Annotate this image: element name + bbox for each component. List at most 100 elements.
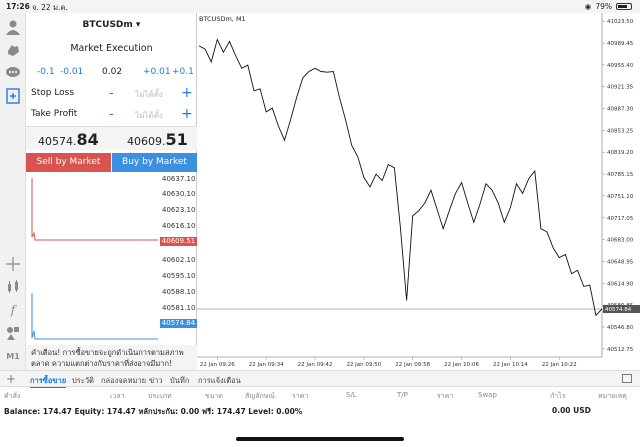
volume-plus-001[interactable]: +0.01 (143, 67, 171, 77)
x-tick-label: 22 Jan 10:06 (444, 362, 479, 368)
bid-level: 40602.10 (162, 256, 196, 264)
execution-type[interactable]: Market Execution (26, 43, 197, 54)
col-time: เวลา (110, 392, 125, 400)
chevron-down-icon: ▾ (135, 20, 141, 30)
bid-price: 40574.84 (38, 130, 99, 149)
user-icon[interactable] (4, 18, 22, 36)
col-type: ประเภท (148, 392, 172, 400)
col-sl: S/L (346, 391, 357, 399)
x-tick-label: 22 Jan 10:22 (542, 362, 577, 368)
hand-icon[interactable] (4, 41, 22, 59)
x-tick-label: 22 Jan 09:50 (346, 362, 381, 368)
take-profit-input[interactable]: ไม่ได้ตั้ง (124, 109, 174, 122)
ask-price: 40609.51 (127, 130, 188, 149)
volume-minus-01[interactable]: -0.1 (37, 67, 55, 77)
tab-trade[interactable]: การซื้อขาย (30, 375, 67, 388)
status-right: ◉ 79% (585, 2, 632, 11)
status-time: 17:26 (6, 2, 30, 11)
candles-icon[interactable] (4, 278, 22, 296)
bid-tick-chart: 40602.10 40595.10 40588.10 40581.10 4057… (26, 253, 197, 358)
tab-journal[interactable]: บันทึก (170, 375, 189, 387)
sell-button[interactable]: Sell by Market (26, 153, 111, 172)
x-tick-label: 22 Jan 09:34 (249, 362, 284, 368)
tab-history[interactable]: ประวัติ (72, 375, 94, 387)
home-indicator[interactable] (236, 437, 404, 441)
volume-value[interactable]: 0.02 (102, 67, 122, 77)
take-profit-row: Take Profit - ไม่ได้ตั้ง + (26, 106, 197, 123)
bid-big: 84 (76, 130, 99, 149)
y-tick-label: 40683.00 (607, 238, 634, 244)
wifi-icon: ◉ (584, 2, 592, 11)
stop-loss-minus[interactable]: - (109, 86, 114, 101)
timeframe-button[interactable]: M1 (4, 347, 22, 365)
left-toolbar: f M1 (0, 13, 26, 370)
y-tick-label: 40887.30 (607, 107, 634, 113)
bid-level: 40588.10 (162, 288, 196, 296)
y-tick-label: 40717.05 (607, 216, 634, 222)
x-tick-label: 22 Jan 09:58 (395, 362, 430, 368)
order-panel: BTCUSDm ▾ Market Execution -0.1 -0.01 0.… (26, 13, 197, 370)
ask-level: 40616.10 (162, 222, 196, 230)
battery-fill (618, 5, 628, 8)
add-tab-button[interactable]: + (6, 372, 16, 386)
bid-current-tag: 40574.84 (160, 319, 197, 328)
stop-loss-input[interactable]: ไม่ได้ตั้ง (124, 88, 174, 101)
col-swap: Swap (478, 391, 497, 399)
function-icon[interactable]: f (4, 301, 22, 319)
volume-stepper: -0.1 -0.01 0.02 +0.01 +0.1 (26, 67, 197, 79)
y-tick-label: 40546.80 (607, 325, 634, 331)
stop-loss-row: Stop Loss - ไม่ได้ตั้ง + (26, 85, 197, 102)
y-tick-label: 40512.75 (607, 347, 634, 353)
col-price2: ราคา (437, 392, 454, 400)
y-tick-label: 40648.95 (607, 259, 634, 265)
current-price-label: 40574.84 (605, 307, 632, 313)
y-tick-label: 40785.15 (607, 172, 634, 178)
take-profit-label: Take Profit (31, 109, 78, 119)
volume-minus-001[interactable]: -0.01 (60, 67, 83, 77)
new-order-icon[interactable] (4, 87, 22, 105)
crosshair-icon[interactable] (4, 255, 22, 273)
tab-mailbox[interactable]: กล่องจดหมาย (101, 375, 146, 387)
total-profit: 0.00 USD (552, 406, 591, 415)
take-profit-plus[interactable]: + (181, 106, 193, 122)
ask-main: 40609. (127, 135, 166, 148)
y-tick-label: 41023.50 (607, 19, 634, 25)
chat-icon[interactable] (4, 64, 22, 82)
col-size: ขนาด (205, 392, 224, 400)
terminal-toggle-icon[interactable] (622, 374, 632, 383)
battery-text: 79% (595, 2, 612, 11)
chart-svg: 41023.50 40989.45 40955.40 40921.35 40887.30… (197, 13, 640, 368)
volume-plus-01[interactable]: +0.1 (172, 67, 194, 77)
bid-main: 40574. (38, 135, 77, 148)
balance-line: Balance: 174.47 Equity: 174.47 หลักประกั… (4, 407, 303, 416)
buy-button[interactable]: Buy by Market (112, 153, 197, 172)
tab-news[interactable]: ข่าว (149, 375, 163, 387)
price-chart[interactable]: 41023.50 40989.45 40955.40 40921.35 40887.30… (197, 13, 640, 370)
col-symbol: สัญลักษณ์ (245, 392, 275, 400)
tab-alerts[interactable]: การแจ้งเตือน (198, 375, 241, 387)
stop-loss-label: Stop Loss (31, 88, 75, 98)
y-tick-label: 40921.35 (607, 85, 634, 91)
symbol-name: BTCUSDm (82, 20, 133, 30)
col-order: คำสั่ง (4, 392, 21, 400)
x-tick-label: 22 Jan 09:26 (200, 362, 235, 368)
table-header: คำสั่ง เวลา ประเภท ขนาด สัญลักษณ์ ราคา S… (0, 388, 640, 402)
x-tick-label: 22 Jan 09:42 (298, 362, 333, 368)
y-tick-label: 40751.10 (607, 194, 634, 200)
ask-tick-chart: 40637.10 40630.10 40623.10 40616.10 4060… (26, 175, 197, 255)
objects-icon[interactable] (4, 324, 22, 342)
stop-loss-plus[interactable]: + (181, 85, 193, 101)
price-series-line (198, 38, 603, 317)
ask-level: 40637.10 (162, 175, 196, 183)
col-price: ราคา (292, 392, 309, 400)
ask-level: 40630.10 (162, 190, 196, 198)
y-tick-label: 40955.40 (607, 63, 634, 69)
take-profit-minus[interactable]: - (109, 107, 114, 122)
ask-level: 40623.10 (162, 206, 196, 214)
x-tick-label: 22 Jan 10:14 (493, 362, 528, 368)
y-tick-label: 40853.25 (607, 128, 634, 134)
bottom-tabs: + การซื้อขาย ประวัติ กล่องจดหมาย ข่าว บั… (0, 370, 640, 388)
ask-current-tag: 40609.51 (160, 237, 197, 246)
symbol-selector[interactable]: BTCUSDm ▾ (26, 20, 197, 30)
y-tick-label: 40614.90 (607, 281, 634, 287)
